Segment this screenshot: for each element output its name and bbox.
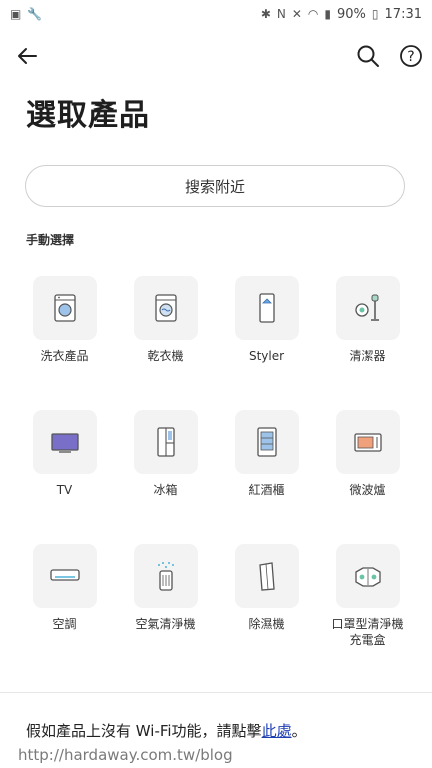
product-label: 清潔器 bbox=[349, 349, 386, 363]
no-wifi-text: 假如產品上沒有 Wi-Fi功能，請點擊 bbox=[26, 722, 262, 740]
product-tile[interactable] bbox=[133, 410, 198, 474]
wifi-icon: ◠ bbox=[307, 7, 319, 21]
mask-purifier-icon bbox=[354, 567, 381, 587]
product-tile[interactable] bbox=[32, 276, 97, 340]
product-tile[interactable] bbox=[32, 544, 97, 608]
air-purifier-icon bbox=[157, 562, 174, 591]
page-title: 選取產品 bbox=[26, 98, 150, 133]
product-label: 乾衣機 bbox=[147, 349, 184, 363]
top-app-bar: ? bbox=[0, 36, 432, 76]
no-wifi-note: 假如產品上沒有 Wi-Fi功能，請點擊此處。 bbox=[26, 720, 307, 741]
search-nearby-button[interactable]: 搜索附近 bbox=[25, 165, 405, 207]
fridge-icon bbox=[156, 427, 175, 457]
footer-divider bbox=[0, 692, 432, 693]
product-label: 空氣清淨機 bbox=[135, 617, 196, 631]
product-tile[interactable] bbox=[335, 410, 400, 474]
manual-select-heading: 手動選擇 bbox=[26, 233, 75, 247]
product-label: 洗衣產品 bbox=[40, 349, 89, 363]
help-icon[interactable]: ? bbox=[396, 40, 428, 72]
product-label: 冰箱 bbox=[153, 483, 178, 497]
product-label: Styler bbox=[248, 349, 285, 363]
product-styler[interactable]: Styler bbox=[216, 276, 317, 364]
image-notification-icon: ▣ bbox=[10, 7, 22, 21]
product-label: 微波爐 bbox=[349, 483, 386, 497]
signal-icon: ▮ bbox=[324, 7, 332, 21]
product-label: 紅酒櫃 bbox=[248, 483, 285, 497]
washer-icon bbox=[53, 294, 76, 322]
product-tile[interactable] bbox=[234, 410, 299, 474]
search-icon[interactable] bbox=[352, 40, 384, 72]
battery-icon: ▯ bbox=[371, 7, 379, 21]
product-tile[interactable] bbox=[335, 276, 400, 340]
product-label: 空調 bbox=[52, 617, 77, 631]
product-tile[interactable] bbox=[234, 276, 299, 340]
wine-cabinet-icon bbox=[256, 427, 277, 457]
product-tile[interactable] bbox=[133, 276, 198, 340]
dehumidifier-icon bbox=[258, 562, 275, 591]
product-fridge[interactable]: 冰箱 bbox=[115, 410, 216, 498]
product-tile[interactable] bbox=[32, 410, 97, 474]
product-wine-cabinet[interactable]: 紅酒櫃 bbox=[216, 410, 317, 498]
clock: 17:31 bbox=[384, 6, 422, 22]
product-label: 口罩型清淨機 充電盒 bbox=[331, 617, 404, 647]
styler-icon bbox=[258, 293, 275, 323]
battery-percent: 90% bbox=[337, 6, 366, 22]
back-arrow-icon[interactable] bbox=[12, 40, 44, 72]
product-label: TV bbox=[56, 483, 73, 497]
microwave-icon bbox=[353, 433, 382, 452]
product-tv[interactable]: TV bbox=[14, 410, 115, 498]
product-dehumidifier[interactable]: 除濕機 bbox=[216, 544, 317, 632]
product-air-purifier[interactable]: 空氣清淨機 bbox=[115, 544, 216, 632]
vacuum-icon bbox=[354, 294, 379, 321]
product-washer[interactable]: 洗衣產品 bbox=[14, 276, 115, 364]
svg-text:?: ? bbox=[407, 49, 414, 65]
search-nearby-label: 搜索附近 bbox=[184, 177, 245, 196]
product-vacuum[interactable]: 清潔器 bbox=[317, 276, 418, 364]
bluetooth-icon: ✱ bbox=[260, 7, 271, 21]
product-tile[interactable] bbox=[133, 544, 198, 608]
status-bar: ▣ 🔧 ✱ Ν ✕ ◠ ▮ 90% ▯ 17:31 bbox=[0, 0, 432, 28]
nfc-icon: Ν bbox=[276, 7, 286, 21]
air-conditioner-icon bbox=[49, 569, 80, 581]
product-label: 除濕機 bbox=[248, 617, 285, 631]
product-tile[interactable] bbox=[335, 544, 400, 608]
product-dryer[interactable]: 乾衣機 bbox=[115, 276, 216, 364]
dryer-icon bbox=[154, 294, 177, 322]
wrench-notification-icon: 🔧 bbox=[27, 7, 43, 21]
product-microwave[interactable]: 微波爐 bbox=[317, 410, 418, 498]
mute-icon: ✕ bbox=[291, 7, 302, 21]
no-wifi-period: 。 bbox=[291, 722, 307, 740]
product-tile[interactable] bbox=[234, 544, 299, 608]
product-mask-purifier-case[interactable]: 口罩型清淨機 充電盒 bbox=[317, 544, 418, 648]
tv-icon bbox=[50, 433, 79, 453]
click-here-link[interactable]: 此處 bbox=[262, 722, 292, 740]
watermark: http://hardaway.com.tw/blog bbox=[18, 746, 233, 764]
product-air-conditioner[interactable]: 空調 bbox=[14, 544, 115, 632]
